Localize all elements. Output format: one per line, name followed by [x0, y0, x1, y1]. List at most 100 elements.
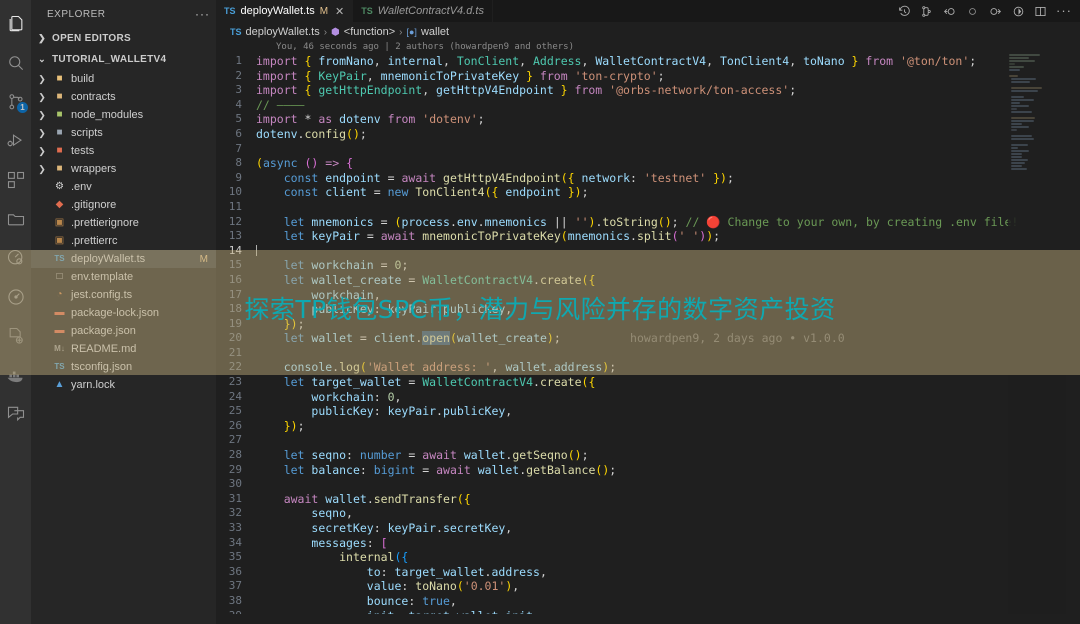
activity-chat-icon[interactable] — [0, 395, 31, 434]
code-line[interactable]: 30 — [216, 477, 1080, 492]
code-text: import { KeyPair, mnemonicToPrivateKey }… — [256, 68, 665, 83]
activity-source-control-icon[interactable]: 1 — [0, 82, 31, 121]
folder-item[interactable]: ❯ ■ tests — [31, 142, 216, 160]
code-line[interactable]: 24 workchain: 0, — [216, 390, 1080, 405]
code-line[interactable]: 28 let seqno: number = await wallet.getS… — [216, 448, 1080, 463]
code-line[interactable]: 26 }); — [216, 419, 1080, 434]
code-line[interactable]: 13 let keyPair = await mnemonicToPrivate… — [216, 229, 1080, 244]
code-line[interactable]: 17 workchain, — [216, 288, 1080, 303]
file-item[interactable]: ⚙ .env — [31, 178, 216, 196]
code-line[interactable]: 10 const client = new TonClient4({ endpo… — [216, 185, 1080, 200]
code-line[interactable]: 38 bounce: true, — [216, 594, 1080, 609]
chevron-right-icon: ❯ — [38, 73, 46, 84]
step-forward-icon[interactable] — [988, 5, 1003, 18]
code-line[interactable]: 20 let wallet = client.open(wallet_creat… — [216, 331, 1080, 346]
file-item[interactable]: M↓ README.md — [31, 340, 216, 358]
code-line[interactable]: 6 dotenv.config(); — [216, 127, 1080, 142]
code-line[interactable]: 35 internal({ — [216, 550, 1080, 565]
activity-testing-icon[interactable] — [0, 239, 31, 278]
open-editors-section[interactable]: ❯ OPEN EDITORS — [31, 28, 216, 49]
code-line[interactable]: 22 console.log('Wallet address: ', walle… — [216, 360, 1080, 375]
file-item[interactable]: ▣ .prettierrc — [31, 232, 216, 250]
file-item-selected[interactable]: TS deployWallet.ts M — [31, 250, 216, 268]
breadcrumb-function[interactable]: <function> — [344, 26, 395, 38]
activity-remote-explorer-icon[interactable] — [0, 199, 31, 238]
code-line[interactable]: 12 let mnemonics = (process.env.mnemonic… — [216, 215, 1080, 230]
project-root-section[interactable]: ⌄ TUTORIAL_WALLETV4 — [31, 49, 216, 70]
close-icon[interactable]: ✕ — [335, 5, 344, 18]
code-line[interactable]: 4 // ———— — [216, 98, 1080, 113]
more-actions-icon[interactable]: ··· — [1056, 4, 1072, 17]
vscode-window: 1 EXPLORER ··· ❯ OPEN EDITORS ⌄ TUTORIAL… — [0, 0, 1080, 624]
activity-git-graph-icon[interactable] — [0, 278, 31, 317]
run-test-icon[interactable] — [920, 5, 933, 18]
code-line[interactable]: 15 let workchain = 0; — [216, 258, 1080, 273]
line-number: 37 — [228, 579, 242, 593]
code-editor[interactable]: 1 import { fromNano, internal, TonClient,… — [216, 54, 1080, 614]
code-line[interactable]: 7 — [216, 142, 1080, 157]
code-line[interactable]: 37 value: toNano('0.01'), — [216, 579, 1080, 594]
folder-item[interactable]: ❯ ■ contracts — [31, 88, 216, 106]
code-line[interactable]: 1 import { fromNano, internal, TonClient,… — [216, 54, 1080, 69]
activity-explorer-icon[interactable] — [0, 4, 31, 43]
code-line[interactable]: 16 let wallet_create = WalletContractV4.… — [216, 273, 1080, 288]
code-line[interactable]: 5 import * as dotenv from 'dotenv'; — [216, 112, 1080, 127]
code-text: value: toNano('0.01'), — [366, 579, 520, 594]
activity-copilot-icon[interactable] — [0, 317, 31, 356]
file-item[interactable]: ◔ jest.config.ts — [31, 286, 216, 304]
chevron-down-icon: ⌄ — [38, 54, 46, 64]
activity-extensions-icon[interactable] — [0, 160, 31, 199]
step-back-icon[interactable] — [942, 5, 957, 18]
code-line[interactable]: 2 import { KeyPair, mnemonicToPrivateKey … — [216, 69, 1080, 84]
file-item[interactable]: ▬ package-lock.json — [31, 304, 216, 322]
activity-search-icon[interactable] — [0, 43, 31, 82]
file-modified-badge: M — [199, 253, 208, 265]
folder-item[interactable]: ❯ ■ scripts — [31, 124, 216, 142]
code-line[interactable]: 23 let target_wallet = WalletContractV4.… — [216, 375, 1080, 390]
breadcrumb-variable[interactable]: wallet — [421, 26, 449, 38]
folder-list: ❯ ■ build ❯ ■ contracts ❯ ■ node_modules ❯ ■ script… — [31, 70, 216, 178]
split-editor-icon[interactable] — [1034, 5, 1047, 18]
code-line[interactable]: 32 seqno, — [216, 506, 1080, 521]
record-icon[interactable] — [966, 5, 979, 18]
code-line[interactable]: 3 import { getHttpEndpoint, getHttpV4Endp… — [216, 83, 1080, 98]
code-text: await wallet.sendTransfer({ — [283, 491, 471, 506]
code-line[interactable]: 11 — [216, 200, 1080, 215]
code-line[interactable]: 25 publicKey: keyPair.publicKey, — [216, 404, 1080, 419]
file-item[interactable]: ▬ package.json — [31, 322, 216, 340]
folder-node-modules-icon: ■ — [56, 109, 63, 120]
activity-run-and-debug-icon[interactable] — [0, 121, 31, 160]
timeline-icon[interactable] — [898, 5, 911, 18]
code-line[interactable]: 8 (async () => { — [216, 156, 1080, 171]
code-lines[interactable]: 1 import { fromNano, internal, TonClient,… — [216, 54, 1080, 614]
code-line[interactable]: 39 init: target_wallet.init, — [216, 609, 1080, 614]
code-line[interactable]: 31 await wallet.sendTransfer({ — [216, 492, 1080, 507]
vertical-scrollbar[interactable] — [1066, 54, 1080, 614]
tab-deploywallet[interactable]: TS deployWallet.ts M ✕ — [216, 0, 354, 22]
code-line[interactable]: 9 const endpoint = await getHttpV4Endpoi… — [216, 171, 1080, 186]
file-label: .gitignore — [71, 199, 117, 211]
code-line[interactable]: 18 publicKey: keyPair.publicKey, — [216, 302, 1080, 317]
file-item[interactable]: ▣ .prettierignore — [31, 214, 216, 232]
explorer-more-icon[interactable]: ··· — [195, 7, 210, 21]
activity-docker-icon[interactable] — [0, 356, 31, 395]
folder-item[interactable]: ❯ ■ wrappers — [31, 160, 216, 178]
file-item[interactable]: ▲ yarn.lock — [31, 376, 216, 394]
run-icon[interactable] — [1012, 5, 1025, 18]
file-item[interactable]: ◆ .gitignore — [31, 196, 216, 214]
file-item[interactable]: TS tsconfig.json — [31, 358, 216, 376]
code-line[interactable]: 36 to: target_wallet.address, — [216, 565, 1080, 580]
code-line[interactable]: 29 let balance: bigint = await wallet.ge… — [216, 463, 1080, 478]
folder-item[interactable]: ❯ ■ node_modules — [31, 106, 216, 124]
tab-walletcontractv4[interactable]: TS WalletContractV4.d.ts — [353, 0, 493, 22]
code-line[interactable]: 21 — [216, 346, 1080, 361]
code-line[interactable]: 33 secretKey: keyPair.secretKey, — [216, 521, 1080, 536]
code-line[interactable]: 34 messages: [ — [216, 536, 1080, 551]
code-line[interactable]: 27 — [216, 433, 1080, 448]
typescript-icon: TS — [54, 254, 65, 263]
file-item[interactable]: □ env.template — [31, 268, 216, 286]
folder-item[interactable]: ❯ ■ build — [31, 70, 216, 88]
code-line[interactable]: 19 }); — [216, 317, 1080, 332]
code-line[interactable]: 14 — [216, 244, 1080, 259]
breadcrumb-file[interactable]: deployWallet.ts — [246, 26, 320, 38]
